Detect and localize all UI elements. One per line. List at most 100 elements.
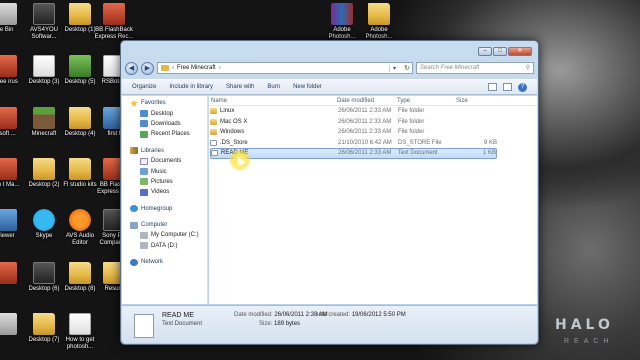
drive-icon [140,242,148,250]
file-icon [211,150,218,157]
breadcrumb-location[interactable]: Free Minecraft [177,65,216,71]
pictures-icon [140,178,148,186]
command-bar: Organize Include in library Share with B… [122,79,537,95]
winrar-icon [331,3,353,25]
details-pane: READ ME Text Document Date modified: 26/… [122,305,537,343]
app-red-icon [0,262,17,284]
file-size: 1 KB [482,150,496,157]
folder-icon [33,313,55,335]
nav-homegroup[interactable]: Homegroup [122,204,207,214]
nav-drive-c[interactable]: My Computer (C:) [122,230,207,240]
file-date: 26/06/2011 2:33 AM [338,118,392,125]
file-row[interactable]: Linux 26/06/2011 2:33 AM File folder [210,106,497,117]
desktop-icon-item[interactable]: How to get photosh... [58,313,102,351]
skype-icon [33,209,55,231]
details-file-name: READ ME [162,312,194,319]
view-options-icon[interactable] [488,82,497,91]
desktop-icon-item[interactable]: BB FlashBack Express Rec... [92,3,136,41]
nav-downloads[interactable]: Downloads [122,119,207,129]
desktop-icon-label: BB FlashBack Express Rec... [94,27,134,40]
nav-music[interactable]: Music [122,166,207,176]
minecraft-icon [33,107,55,129]
file-name-cell: .DS_Store [210,139,338,146]
folder-icon [368,3,390,25]
folder-icon [69,3,91,25]
file-name-cell: Linux [210,108,338,115]
help-icon[interactable]: ? [518,82,527,92]
downloads-icon [140,120,148,128]
network-icon [130,258,138,266]
details-file-type: Text Document [162,321,203,327]
nav-network[interactable]: Network [122,257,207,267]
desktop-icon-item[interactable]: Adobe Photosh... [357,3,401,41]
file-row[interactable]: READ ME26/06/2011 2:33 AMText Document1 … [210,148,497,159]
file-row[interactable]: Mac OS X 26/06/2011 2:33 AM File folder [210,117,497,128]
folder-icon [69,107,91,129]
file-date: 21/10/2010 6:42 AM [338,139,392,146]
column-header-date-modified[interactable]: Date modified [337,98,397,104]
address-bar[interactable]: › Free Minecraft › ▾ ↻ [157,62,413,74]
nav-documents[interactable]: Documents [122,156,207,166]
folder-icon [33,158,55,180]
back-button[interactable]: ◀ [125,61,138,75]
new-folder-button[interactable]: New folder [293,84,322,90]
share-with-button[interactable]: Share with [226,84,254,90]
preview-pane-icon[interactable] [503,82,512,91]
nav-computer[interactable]: Computer [122,220,207,230]
file-type: Text Document [397,150,438,157]
avs-icon [69,209,91,231]
desktop-icon-label: How to get photosh... [65,337,95,350]
burn-button[interactable]: Burn [267,84,280,90]
nav-favorites[interactable]: Favorites [122,98,207,108]
file-list: Name Date modified Type Size Linux 26/06/… [209,96,537,304]
desktop-icon-label: Adobe Photosh... [365,27,393,40]
nav-drive-d[interactable]: DATA (D:) [122,241,207,251]
videos-icon [140,188,148,196]
folder-icon [210,118,217,125]
app-dark-icon [33,262,55,284]
column-header-size[interactable]: Size [456,98,496,104]
search-input[interactable]: Search Free Minecraft ⚲ [416,62,534,74]
file-type: File folder [398,129,425,136]
address-bar-row: ◀ ▶ › Free Minecraft › ▾ ↻ Search Free M… [125,61,534,75]
refresh-icon[interactable]: ↻ [402,64,412,72]
star-icon [130,99,138,107]
file-date: 26/06/2011 2:33 AM [338,150,392,157]
nav-libraries[interactable]: Libraries [122,146,207,156]
app-red-icon [0,107,17,129]
wallpaper-subtext: REACH [564,338,614,345]
include-in-library-button[interactable]: Include in library [169,84,213,90]
nav-pictures[interactable]: Pictures [122,177,207,187]
minimize-button[interactable]: – [478,47,492,56]
file-name: Windows [220,129,245,136]
breadcrumb-chevron-icon: › [218,65,221,71]
organize-button[interactable]: Organize [132,84,156,90]
app-grey-icon [0,313,17,335]
maximize-button[interactable]: □ [493,47,507,56]
nav-desktop[interactable]: Desktop [122,108,207,118]
app-red-icon [0,158,17,180]
computer-icon [130,221,138,229]
nav-recent-places[interactable]: Recent Places [122,129,207,139]
file-row[interactable]: .DS_Store 21/10/2010 6:42 AM DS_STORE File… [210,138,497,149]
column-header-name[interactable]: Name [209,98,337,104]
column-header-type[interactable]: Type [397,98,456,104]
search-placeholder: Search Free Minecraft [420,65,480,71]
file-name: .DS_Store [220,139,248,146]
app-blue-icon [0,209,17,231]
file-size: 9 KB [483,139,497,146]
close-button[interactable]: ✕ [508,47,532,56]
file-type: File folder [398,118,425,125]
nav-videos[interactable]: Videos [122,187,207,197]
folder-icon [210,129,217,136]
file-row[interactable]: Windows 26/06/2011 2:33 AM File folder [210,127,497,138]
forward-button[interactable]: ▶ [141,61,154,75]
file-name-cell: Mac OS X [210,118,338,125]
folder-icon [69,158,91,180]
navigation-pane: Favorites Desktop Downloads Recent Place… [122,96,208,304]
file-name: Mac OS X [220,118,248,125]
app-red-icon [103,3,125,25]
address-dropdown-icon[interactable]: ▾ [389,64,399,72]
music-icon [140,168,148,176]
file-name-cell: Windows [210,129,338,136]
